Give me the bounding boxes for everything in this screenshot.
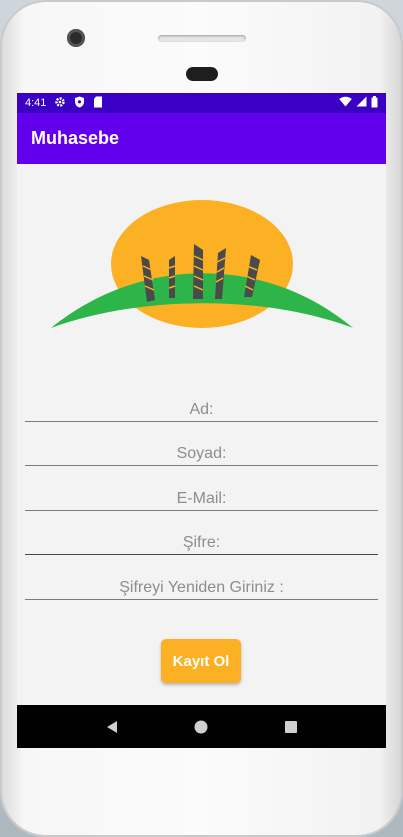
status-time: 4:41	[25, 97, 47, 109]
home-icon[interactable]	[191, 717, 211, 737]
password-confirm-field-container	[25, 555, 378, 600]
last-name-field[interactable]	[25, 445, 378, 463]
front-camera	[67, 29, 85, 47]
gear-icon	[54, 96, 66, 111]
password-confirm-field[interactable]	[25, 578, 378, 597]
register-button[interactable]: Kayıt Ol	[161, 639, 241, 683]
back-icon[interactable]	[102, 717, 122, 737]
last-name-field-container	[25, 422, 378, 466]
registration-form	[25, 377, 378, 600]
app-bar: Muhasebe	[17, 113, 386, 164]
wifi-icon	[339, 96, 352, 110]
battery-icon	[371, 95, 378, 111]
status-bar: 4:41	[17, 93, 386, 113]
navigation-bar	[17, 705, 386, 748]
password-field[interactable]	[25, 534, 378, 552]
signal-icon	[356, 96, 367, 110]
app-title: Muhasebe	[31, 128, 120, 148]
screen: 4:41 Muhasebe Ad: Soyad: E-Mail: Kayıt O…	[17, 93, 386, 748]
first-name-field-container	[25, 377, 378, 422]
proximity-sensor	[186, 67, 218, 81]
phone-frame: 4:41 Muhasebe Ad: Soyad: E-Mail: Kayıt O…	[0, 0, 403, 837]
sd-card-icon	[93, 96, 103, 111]
first-name-field[interactable]	[25, 400, 378, 419]
password-field-container	[25, 511, 378, 555]
shield-icon	[74, 96, 85, 111]
email-field[interactable]	[25, 489, 378, 508]
email-field-container	[25, 466, 378, 511]
earpiece-speaker	[158, 35, 246, 42]
recents-icon[interactable]	[281, 717, 301, 737]
sunrise-wheat-logo	[51, 200, 353, 335]
